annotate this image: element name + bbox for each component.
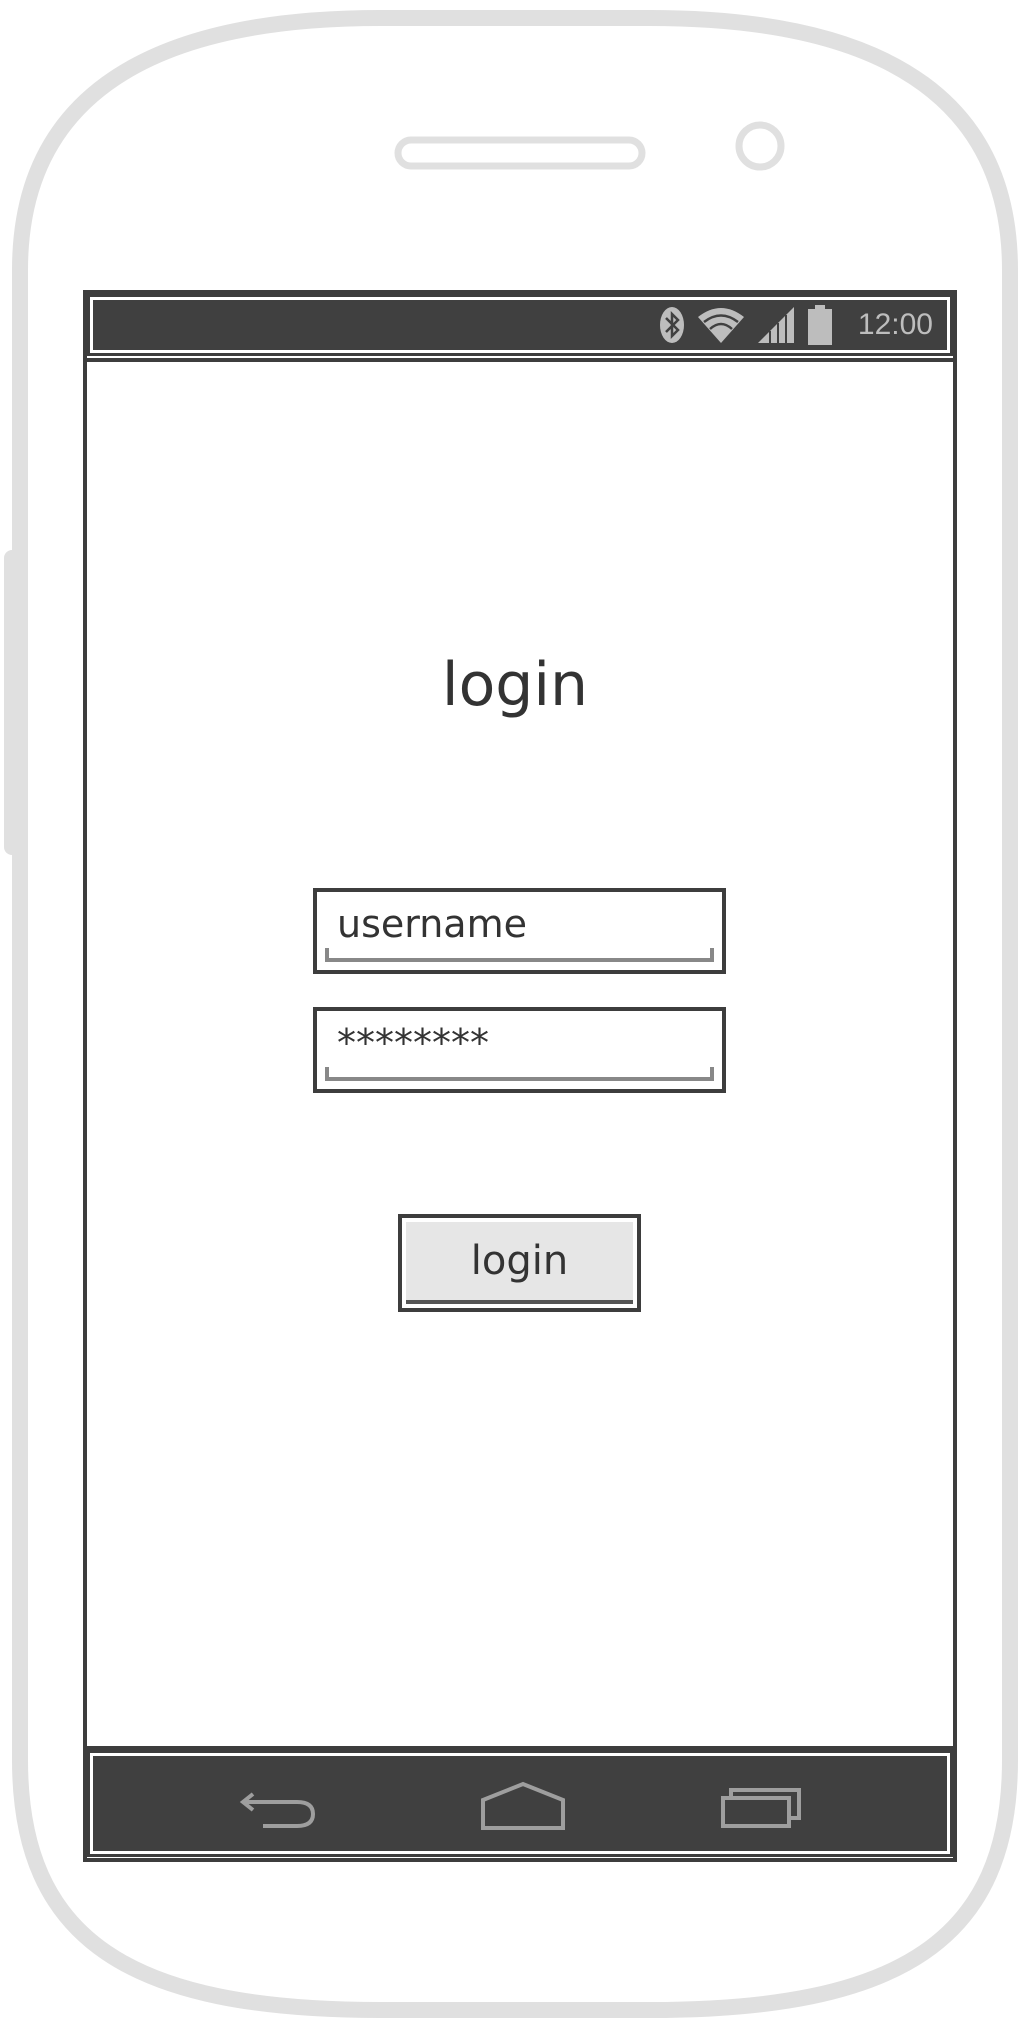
status-bar: 12:00	[90, 297, 950, 353]
nav-bar	[90, 1753, 950, 1854]
battery-icon	[807, 305, 832, 345]
password-field[interactable]	[313, 1007, 726, 1093]
login-button-label: login	[406, 1222, 633, 1304]
front-camera	[735, 121, 785, 171]
recent-apps-icon[interactable]	[713, 1778, 813, 1834]
username-input[interactable]	[317, 892, 722, 970]
bluetooth-icon	[659, 307, 684, 343]
status-icons: 12:00	[658, 300, 933, 350]
back-icon[interactable]	[233, 1778, 333, 1834]
status-time: 12:00	[857, 308, 933, 341]
username-field[interactable]	[313, 888, 726, 974]
nav-bar-divider	[83, 1746, 957, 1750]
password-input[interactable]	[317, 1011, 722, 1089]
device-mockup: 12:00 login login	[0, 0, 1023, 2022]
wifi-icon	[697, 308, 744, 343]
status-bar-divider	[83, 358, 957, 362]
login-button[interactable]: login	[398, 1214, 641, 1312]
signal-icon	[757, 307, 794, 343]
page-title: login	[441, 650, 589, 720]
speaker-grille	[394, 136, 646, 170]
home-icon[interactable]	[473, 1778, 573, 1834]
